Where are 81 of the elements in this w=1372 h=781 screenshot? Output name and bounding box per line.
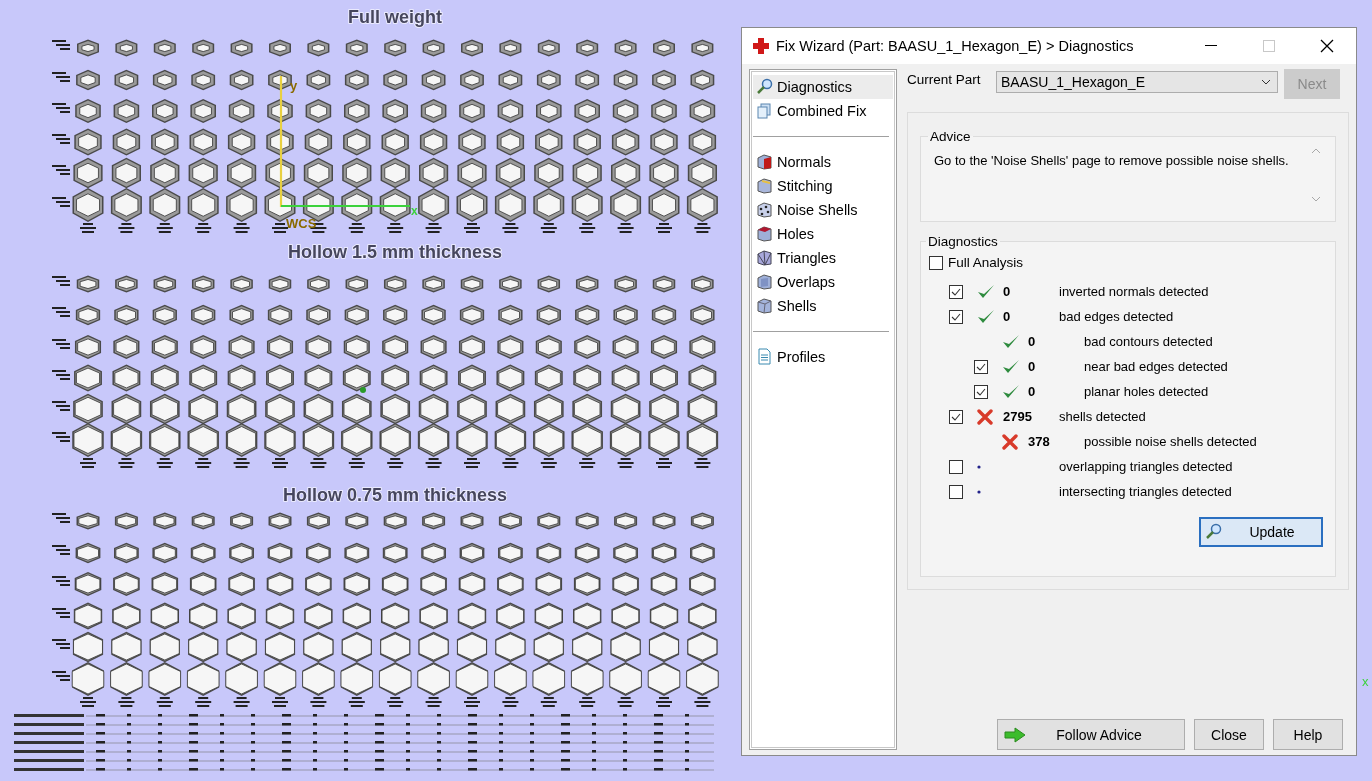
pending-dot-icon: [977, 464, 981, 469]
point-marker: [360, 387, 366, 393]
update-button[interactable]: Update: [1199, 517, 1323, 547]
checkbox[interactable]: [949, 284, 963, 299]
tick-icon: [976, 362, 986, 371]
nav-item[interactable]: Noise Shells: [753, 198, 893, 222]
diagnostic-label: bad contours detected: [1084, 334, 1213, 349]
dialog-button[interactable]: Follow Advice: [997, 719, 1185, 750]
nav-item[interactable]: Overlaps: [753, 270, 893, 294]
cube-icon: [756, 249, 774, 267]
checkbox[interactable]: [949, 309, 963, 324]
checkbox[interactable]: [949, 484, 963, 499]
advice-text: Go to the 'Noise Shells' page to remove possible noise shells.: [933, 152, 1290, 170]
checkbox[interactable]: [949, 409, 963, 424]
dialog-button[interactable]: Help: [1273, 719, 1343, 750]
group-title: Advice: [929, 129, 972, 144]
count-value: 378: [1028, 434, 1051, 449]
arrow-right-icon: [1004, 726, 1026, 743]
cube-icon: [756, 177, 774, 195]
search-icon: [756, 78, 774, 96]
diagnostic-label: overlapping triangles detected: [1059, 459, 1233, 474]
chevron-down-icon: [1261, 79, 1271, 85]
close-icon: [1320, 39, 1334, 53]
cube-icon: [756, 297, 774, 315]
search-icon: [1205, 523, 1223, 541]
nav-item[interactable]: Normals: [753, 150, 893, 174]
cube-icon: [756, 273, 774, 291]
cube-icon: [756, 201, 774, 219]
chevron-down-icon: [1311, 196, 1321, 202]
count-value: 0: [1028, 334, 1037, 349]
diagnostic-label: near bad edges detected: [1084, 359, 1228, 374]
diagnostic-label: inverted normals detected: [1059, 284, 1209, 299]
minimize-icon: [1205, 45, 1217, 47]
section-title: Hollow 1.5 mm thickness: [287, 242, 503, 262]
nav-item[interactable]: Triangles: [753, 246, 893, 270]
nav-item[interactable]: Stitching: [753, 174, 893, 198]
pages-icon: [756, 102, 774, 120]
axis-label: y: [290, 78, 298, 93]
count-value: 0: [1003, 284, 1012, 299]
dialog-button[interactable]: Close: [1194, 719, 1264, 750]
group-title: Diagnostics: [927, 234, 999, 249]
count-value: 0: [1003, 309, 1012, 324]
nav-item[interactable]: Diagnostics: [753, 75, 893, 99]
diagnostic-label: intersecting triangles detected: [1059, 484, 1232, 499]
checkbox-label: Full Analysis: [948, 255, 1024, 270]
window-title: Fix Wizard (Part: BAASU_1_Hexagon_E) > Diagnostics: [776, 38, 1135, 54]
cube-icon: [756, 153, 774, 171]
diagnostic-label: planar holes detected: [1084, 384, 1209, 399]
tick-icon: [951, 287, 961, 296]
pending-dot-icon: [977, 489, 981, 494]
origin-label: WCS: [286, 216, 317, 231]
checkbox[interactable]: [949, 459, 963, 474]
diagnostic-label: bad edges detected: [1059, 309, 1174, 324]
diagnostic-label: shells detected: [1059, 409, 1146, 424]
checkbox[interactable]: [974, 384, 988, 399]
nav-item[interactable]: Shells: [753, 294, 893, 318]
section-title: Hollow 0.75 mm thickness: [282, 485, 508, 505]
nav-item[interactable]: Profiles: [753, 345, 893, 369]
error-cross-icon: [1002, 433, 1018, 450]
checkbox[interactable]: [929, 255, 943, 270]
tick-icon: [951, 412, 961, 421]
cube-icon: [756, 225, 774, 243]
axis-label: x: [411, 204, 418, 218]
plus-icon: [752, 37, 770, 55]
tick-icon: [976, 387, 986, 396]
field-label: Current Part: [907, 71, 982, 87]
section-title: Full weight: [348, 7, 442, 27]
error-cross-icon: [977, 408, 993, 425]
tick-icon: [951, 312, 961, 321]
document-icon: [756, 348, 774, 366]
diagnostic-label: possible noise shells detected: [1084, 434, 1257, 449]
nav-item[interactable]: Combined Fix: [753, 99, 893, 123]
count-value: 2795: [1003, 409, 1033, 424]
chevron-up-icon: [1311, 148, 1321, 154]
part-dropdown[interactable]: BAASU_1_Hexagon_E: [996, 71, 1278, 93]
checkbox[interactable]: [974, 359, 988, 374]
maximize-icon: [1263, 40, 1275, 52]
count-value: 0: [1028, 359, 1037, 374]
nav-item[interactable]: Holes: [753, 222, 893, 246]
count-value: 0: [1028, 384, 1037, 399]
axis-label: x: [1362, 674, 1369, 689]
